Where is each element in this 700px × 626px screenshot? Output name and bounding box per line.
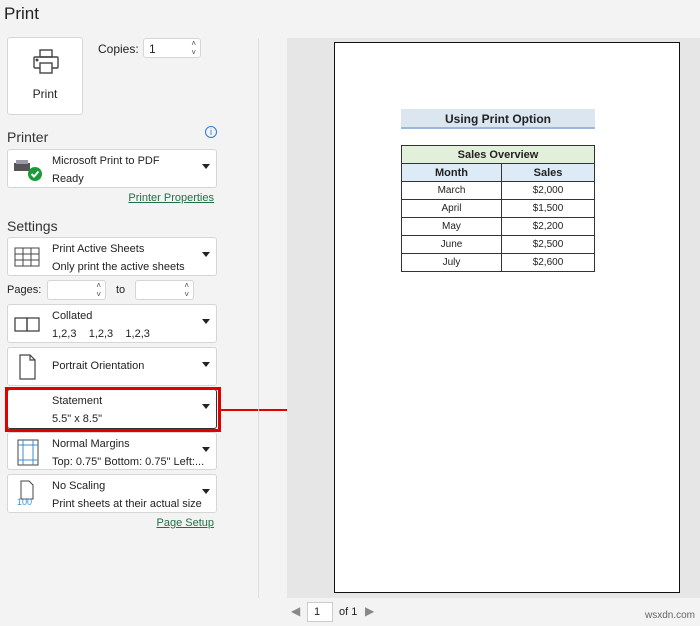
settings-heading: Settings [7, 218, 58, 234]
collated-icon [14, 317, 40, 332]
pages-label: Pages: [7, 284, 42, 296]
cell-month: March [401, 181, 502, 200]
table-title: Sales Overview [401, 145, 595, 164]
table-row: June $2,500 [401, 235, 596, 254]
printer-status: Ready [52, 173, 84, 185]
info-icon[interactable]: i [205, 126, 217, 138]
printer-dropdown[interactable]: Microsoft Print to PDF Ready [7, 149, 217, 188]
watermark: wsxdn.com [645, 610, 696, 621]
table-row: March $2,000 [401, 181, 596, 200]
sheet-grid-icon [14, 247, 40, 267]
printer-icon [33, 49, 59, 74]
cell-sales: $2,200 [500, 217, 596, 236]
sales-table: Sales Overview Month Sales March $2,000 Ap… [401, 145, 596, 272]
orientation-dropdown[interactable]: Portrait Orientation [7, 347, 217, 386]
next-page-icon[interactable]: ▶ [365, 604, 374, 618]
collation-description: 1,2,3 1,2,3 1,2,3 [52, 328, 150, 340]
table-row: May $2,200 [401, 217, 596, 236]
margins-label: Normal Margins [52, 438, 130, 450]
cell-sales: $2,000 [500, 181, 596, 200]
spinner-arrows-icon[interactable]: ˄ ˅ [96, 281, 101, 299]
copies-value: 1 [149, 42, 156, 56]
portrait-page-icon [19, 354, 36, 380]
scaling-icon-text: 100 [17, 497, 33, 507]
page-title: Print [4, 4, 39, 23]
collation-label: Collated [52, 310, 93, 322]
scaling-dropdown[interactable]: 100 No Scaling Print sheets at their act… [7, 474, 217, 513]
print-button-label: Print [32, 87, 58, 101]
cell-sales: $2,600 [500, 253, 596, 272]
cell-month: June [401, 235, 502, 254]
spinner-arrows-icon[interactable]: ˄ ˅ [184, 281, 189, 299]
copies-label: Copies: [98, 42, 139, 56]
chevron-down-icon [202, 362, 210, 367]
previous-page-icon[interactable]: ◀ [291, 604, 300, 618]
header-sales: Sales [500, 163, 596, 182]
pages-to-input[interactable]: ˄ ˅ [135, 280, 194, 300]
highlight-box [5, 387, 221, 432]
orientation-label: Portrait Orientation [52, 360, 145, 372]
page-setup-link[interactable]: Page Setup [157, 517, 215, 529]
pages-from-input[interactable]: ˄ ˅ [47, 280, 106, 300]
margins-dropdown[interactable]: Normal Margins Top: 0.75" Bottom: 0.75" … [7, 432, 217, 470]
sheet-title: Using Print Option [401, 109, 595, 129]
print-what-label: Print Active Sheets [52, 243, 145, 255]
chevron-down-icon [202, 252, 210, 257]
spinner-arrows-icon[interactable]: ˄ ˅ [191, 39, 196, 57]
printer-name: Microsoft Print to PDF [52, 155, 160, 167]
page-count: of 1 [339, 606, 358, 618]
divider [258, 38, 259, 598]
header-month: Month [401, 163, 502, 182]
scaling-description: Print sheets at their actual size [52, 498, 202, 510]
collation-seq: 1,2,3 [125, 328, 150, 340]
chevron-down-icon [202, 164, 210, 169]
chevron-down-icon [202, 489, 210, 494]
table-row: April $1,500 [401, 199, 596, 218]
copies-input[interactable]: 1 ˄ ˅ [143, 38, 201, 58]
margins-icon [17, 439, 39, 466]
pages-to-label: to [116, 284, 126, 296]
printer-heading: Printer [7, 129, 49, 145]
table-row: July $2,600 [401, 253, 596, 272]
cell-sales: $2,500 [500, 235, 596, 254]
scaling-label: No Scaling [52, 480, 106, 492]
print-button[interactable]: Print [7, 37, 83, 115]
print-what-description: Only print the active sheets [52, 261, 185, 273]
collation-seq: 1,2,3 [88, 328, 114, 340]
collation-seq: 1,2,3 [52, 328, 77, 340]
collation-dropdown[interactable]: Collated 1,2,3 1,2,3 1,2,3 [7, 304, 217, 343]
printer-ready-icon [14, 160, 42, 181]
printer-properties-link[interactable]: Printer Properties [128, 192, 214, 204]
print-what-dropdown[interactable]: Print Active Sheets Only print the activ… [7, 237, 217, 276]
chevron-down-icon [202, 447, 210, 452]
margins-description: Top: 0.75" Bottom: 0.75" Left:... [52, 456, 205, 468]
cell-month: July [401, 253, 502, 272]
cell-month: May [401, 217, 502, 236]
chevron-down-icon [202, 319, 210, 324]
cell-month: April [401, 199, 502, 218]
preview-page: Using Print Option Sales Overview Month S… [334, 42, 680, 593]
cell-sales: $1,500 [500, 199, 596, 218]
page-number-input[interactable]: 1 [307, 602, 333, 622]
